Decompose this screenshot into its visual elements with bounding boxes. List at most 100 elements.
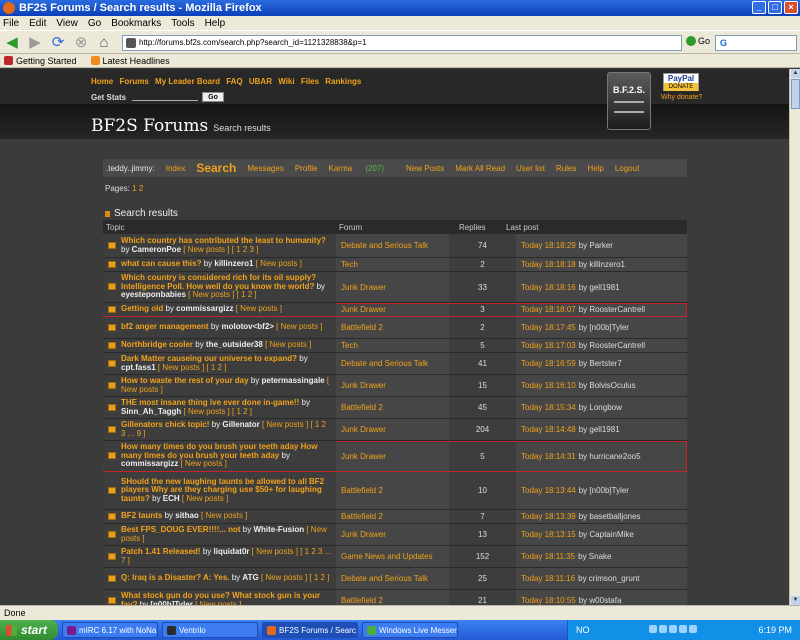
go-button[interactable]: Go — [698, 36, 710, 46]
topic-link[interactable]: Patch 1.41 Released! — [121, 547, 201, 556]
last-post-link[interactable]: Today 18:10:55 — [521, 596, 576, 605]
forum-link[interactable]: Junk Drawer — [336, 441, 449, 471]
vertical-scrollbar[interactable]: ▲ ▼ — [789, 69, 800, 605]
last-post-link[interactable]: Today 18:13:39 — [521, 512, 576, 521]
taskbar-item-firefox[interactable]: BF2S Forums / Searc... — [262, 622, 358, 638]
forum-link[interactable]: Tech — [336, 339, 449, 352]
nav-index[interactable]: Index — [166, 164, 186, 173]
new-posts-link[interactable]: [ New posts ] — [201, 511, 247, 521]
menu-help[interactable]: Help — [205, 18, 226, 29]
minimize-button[interactable]: _ — [752, 1, 766, 14]
go-arrow-icon[interactable] — [686, 36, 696, 46]
nav-mark-all-read[interactable]: Mark All Read — [455, 164, 505, 173]
topic-link[interactable]: Which country is considered rich for its… — [121, 273, 316, 291]
language-indicator[interactable]: NO — [576, 625, 590, 635]
bf2s-logo[interactable]: B.F.2.S. — [607, 72, 651, 130]
top-link-wiki[interactable]: Wiki — [278, 77, 294, 86]
last-post-link[interactable]: Today 18:11:35 — [521, 552, 575, 561]
topic-link[interactable]: BF2 taunts — [121, 511, 162, 521]
new-posts-link[interactable]: [ New posts ] — [236, 304, 282, 314]
topic-link[interactable]: bf2 anger management — [121, 322, 209, 332]
home-icon[interactable]: ⌂ — [94, 33, 114, 51]
forum-link[interactable]: Junk Drawer — [336, 419, 449, 440]
stop-icon[interactable]: ⊗ — [71, 33, 91, 51]
last-post-link[interactable]: Today 18:16:59 — [521, 359, 576, 368]
nav-help[interactable]: Help — [587, 164, 603, 173]
new-posts-link[interactable]: [ New posts ] [ 1 2 ] — [261, 573, 329, 583]
nav-rules[interactable]: Rules — [556, 164, 576, 173]
last-post-link[interactable]: Today 18:17:45 — [521, 323, 576, 332]
new-posts-link[interactable]: [ New posts ] [ 1 2 ] — [184, 407, 252, 416]
topic-link[interactable]: what can cause this? — [121, 259, 201, 269]
last-post-link[interactable]: Today 18:13:15 — [521, 530, 576, 539]
forum-link[interactable]: Junk Drawer — [336, 303, 449, 316]
start-button[interactable]: start — [0, 620, 58, 640]
last-post-link[interactable]: Today 18:15:34 — [521, 403, 576, 412]
get-stats-go-button[interactable]: Go — [202, 92, 224, 102]
forum-link[interactable]: Debate and Serious Talk — [336, 353, 449, 374]
taskbar-item-mirc[interactable]: mIRC 6.17 with NoNa... — [62, 622, 158, 638]
nav-messages[interactable]: Messages — [247, 164, 283, 173]
menu-bookmarks[interactable]: Bookmarks — [111, 18, 161, 29]
menu-view[interactable]: View — [56, 18, 78, 29]
top-link-leader-board[interactable]: My Leader Board — [155, 77, 220, 86]
taskbar-item-ventrilo[interactable]: Ventrilo — [162, 622, 258, 638]
page-2-link[interactable]: 2 — [139, 184, 143, 193]
forum-link[interactable]: Game News and Updates — [336, 546, 449, 567]
scroll-down-icon[interactable]: ▼ — [791, 596, 800, 605]
nav-new-posts[interactable]: New Posts — [406, 164, 444, 173]
top-link-ubar[interactable]: UBAR — [249, 77, 272, 86]
forum-link[interactable]: Tech — [336, 258, 449, 271]
maximize-button[interactable]: □ — [768, 1, 782, 14]
nav-karma[interactable]: Karma (207) — [329, 164, 395, 173]
search-input[interactable]: G — [715, 35, 797, 51]
last-post-link[interactable]: Today 18:14:31 — [521, 452, 576, 461]
forum-link[interactable]: Junk Drawer — [336, 272, 449, 302]
bookmark-latest-headlines[interactable]: Latest Headlines — [90, 56, 170, 66]
last-post-link[interactable]: Today 18:18:07 — [521, 305, 576, 314]
forward-icon[interactable]: ▶ — [25, 33, 45, 51]
forum-link[interactable]: Debate and Serious Talk — [336, 568, 449, 589]
new-posts-link[interactable]: [ New posts ] [ 1 2 ] — [158, 363, 226, 372]
bookmark-getting-started[interactable]: Getting Started — [4, 56, 77, 66]
page-1-link[interactable]: 1 — [132, 184, 136, 193]
forum-link[interactable]: Battlefield 2 — [336, 472, 449, 509]
nav-search[interactable]: Search — [196, 161, 236, 175]
new-posts-link[interactable]: [ New posts ] — [256, 259, 302, 269]
forum-link[interactable]: Battlefield 2 — [336, 397, 449, 418]
top-link-faq[interactable]: FAQ — [226, 77, 242, 86]
forum-link[interactable]: Junk Drawer — [336, 524, 449, 545]
new-posts-link[interactable]: [ New posts ] [ 1 2 ] — [188, 290, 256, 300]
menu-go[interactable]: Go — [88, 18, 101, 29]
last-post-link[interactable]: Today 18:14:48 — [521, 425, 576, 434]
nav-profile[interactable]: Profile — [295, 164, 318, 173]
forum-link[interactable]: Battlefield 2 — [336, 590, 449, 605]
top-link-home[interactable]: Home — [91, 77, 113, 86]
nav-logout[interactable]: Logout — [615, 164, 639, 173]
last-post-link[interactable]: Today 18:17:03 — [521, 341, 576, 350]
top-link-rankings[interactable]: Rankings — [325, 77, 361, 86]
new-posts-link[interactable]: [ New posts ] — [276, 322, 322, 332]
top-link-files[interactable]: Files — [301, 77, 319, 86]
last-post-link[interactable]: Today 18:18:18 — [521, 260, 576, 269]
last-post-link[interactable]: Today 18:11:16 — [521, 574, 575, 583]
topic-link[interactable]: Northbridge cooler — [121, 340, 193, 350]
url-bar[interactable]: http://forums.bf2s.com/search.php?search… — [122, 35, 682, 51]
close-button[interactable]: × — [784, 1, 798, 14]
reload-icon[interactable]: ⟳ — [48, 33, 68, 51]
forum-link[interactable]: Battlefield 2 — [336, 510, 449, 523]
forum-link[interactable]: Battlefield 2 — [336, 317, 449, 338]
topic-link[interactable]: Getting old — [121, 304, 163, 314]
why-donate-link[interactable]: Why donate? — [661, 94, 702, 101]
scroll-thumb[interactable] — [791, 79, 800, 109]
menu-edit[interactable]: Edit — [29, 18, 46, 29]
last-post-link[interactable]: Today 18:18:16 — [521, 283, 576, 292]
last-post-link[interactable]: Today 18:13:44 — [521, 486, 576, 495]
scroll-up-icon[interactable]: ▲ — [791, 69, 800, 78]
last-post-link[interactable]: Today 18:18:29 — [521, 241, 576, 250]
nav-user-list[interactable]: User list — [516, 164, 545, 173]
new-posts-link[interactable]: [ New posts ] [ 1 2 3 ] — [183, 245, 258, 254]
new-posts-link[interactable]: [ New posts ] — [182, 494, 228, 503]
back-icon[interactable]: ◀ — [2, 33, 22, 51]
forum-link[interactable]: Debate and Serious Talk — [336, 234, 449, 257]
